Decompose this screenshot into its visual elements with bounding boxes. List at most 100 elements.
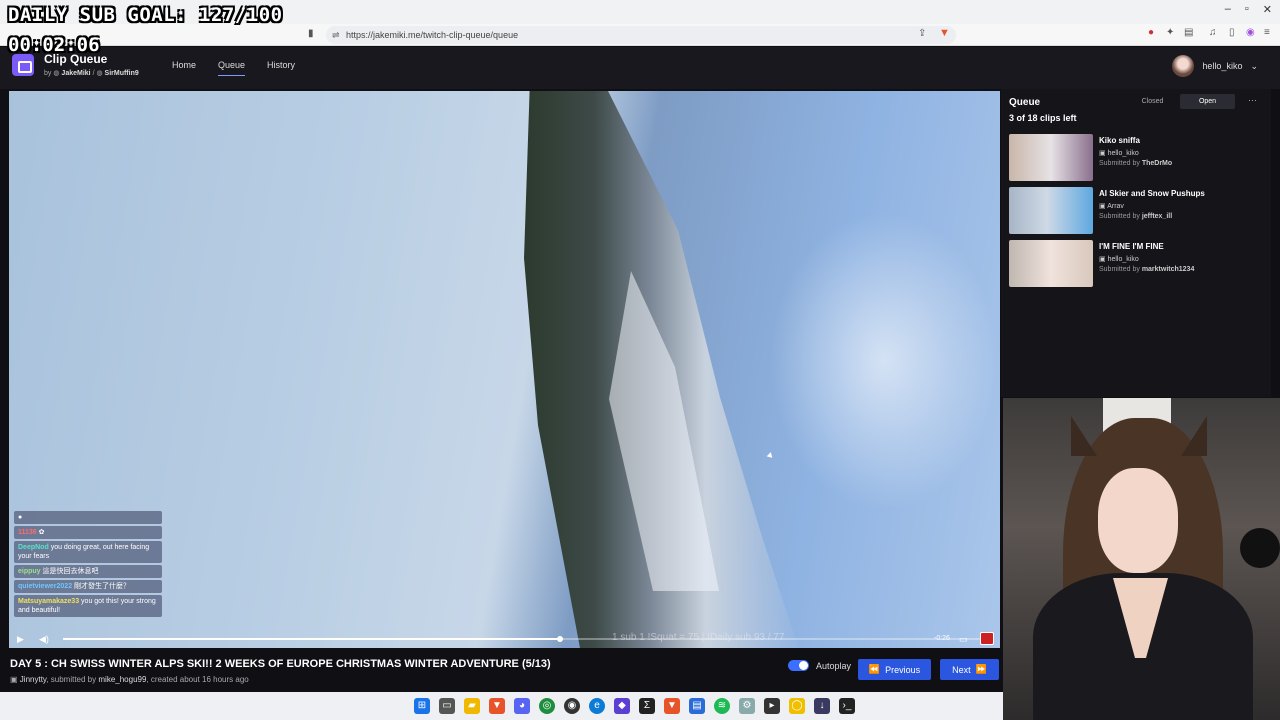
twitch-icon: ▣ [1099,150,1106,157]
pip-icon[interactable]: ▭ [959,634,968,645]
chat-overlay: ● 11136 ✿ DeepNod you doing great, out h… [14,511,162,619]
leo-icon[interactable]: ◉ [1246,27,1255,38]
seek-bar[interactable] [63,636,983,642]
window-controls: – ▫ ✕ [1225,3,1272,16]
clip-submitter: mike_hogu99 [98,675,147,684]
bookmark-icon[interactable]: ▮ [308,28,314,39]
nav-history[interactable]: History [267,60,295,76]
clip-thumbnail [1009,134,1093,181]
task-view-icon[interactable]: ▭ [439,698,455,714]
app-header: Clip Queue by ◍ JakeMiki / ◍ SirMuffin9 … [0,47,1280,89]
twitch-icon: ▣ [10,675,18,684]
start-icon[interactable]: ⊞ [414,698,430,714]
queue-title: Queue [1009,97,1041,108]
edge-icon[interactable]: e [589,698,605,714]
next-button[interactable]: Next ⏩ [940,659,999,680]
chrome-icon[interactable]: ◎ [539,698,555,714]
queue-item[interactable]: I'M FINE I'M FINE ▣ hello_kiko Submitted… [1009,240,1265,288]
autoplay-label: Autoplay [816,660,852,671]
username: hello_kiko [1202,61,1243,71]
badge-icon: ● [18,514,23,521]
autoplay-control[interactable]: Autoplay [788,660,851,671]
clip-meta: ▣ Jinnytty, submitted by mike_hogu99, cr… [10,675,249,684]
taskbar-icons: ⊞ ▭ ▰ ▼ ◕ ◎ ◉ e ◆ Σ ▼ ▤ ≋ ⚙ ▸ ◯ ↓ ›_ [414,698,855,714]
wallet-icon[interactable]: ▯ [1229,27,1235,38]
emote-icon: ✿ [38,529,45,536]
queue-item[interactable]: AI Skier and Snow Pushups ▣ Arrav Submit… [1009,187,1265,235]
queue-panel: Queue 3 of 18 clips left Closed Open ⋯ K… [1001,89,1271,397]
maximize-icon[interactable]: ▫ [1245,3,1249,16]
site-settings-icon[interactable]: ⇌ [332,26,340,44]
downloader-icon[interactable]: ↓ [814,698,830,714]
webcam-overlay [1003,398,1280,720]
terminal-icon[interactable]: ▸ [764,698,780,714]
settings-icon[interactable]: ⚙ [739,698,755,714]
queue-closed-option[interactable]: Closed [1125,94,1180,109]
author-link[interactable]: SirMuffin9 [105,70,139,77]
stream-timer: 00:02:06 [8,34,100,56]
console-icon[interactable]: ›_ [839,698,855,714]
sub-goal-overlay: DAILY SUB GOAL: 127/100 [8,4,283,26]
share-icon[interactable]: ⇪ [918,28,926,39]
app-credits: by ◍ JakeMiki / ◍ SirMuffin9 [44,70,139,77]
queue-open-option[interactable]: Open [1180,94,1235,109]
epic-icon[interactable]: Σ [639,698,655,714]
chevron-down-icon: ⌄ [1250,60,1258,71]
file-explorer-icon[interactable]: ▰ [464,698,480,714]
time-remaining: -0:26 [934,635,950,642]
obs-icon[interactable]: ◉ [564,698,580,714]
volume-icon[interactable]: ◀) [39,634,49,645]
menu-icon[interactable]: ≡ [1264,27,1270,38]
author-link[interactable]: JakeMiki [61,70,90,77]
app-icon[interactable]: ◆ [614,698,630,714]
clip-thumbnail [1009,240,1093,287]
nav-queue[interactable]: Queue [218,60,246,76]
fast-forward-icon: ⏩ [975,664,987,674]
avatar [1172,55,1195,77]
app-icon-yellow[interactable]: ◯ [789,698,805,714]
queue-status-toggle[interactable]: Closed Open [1125,94,1235,109]
chat-message: Matsuyamakaze33 you got this! your stron… [14,595,162,617]
spotify-icon[interactable]: ≋ [714,698,730,714]
extension-icon[interactable]: ● [1148,27,1154,38]
webcam-face [1098,468,1178,573]
clip-thumbnail [1009,187,1093,234]
fullscreen-icon[interactable] [980,632,994,645]
brave-shield-icon[interactable]: ▼ [939,27,950,39]
queue-item[interactable]: Kiko sniffa ▣ hello_kiko Submitted by Th… [1009,134,1265,182]
close-icon[interactable]: ✕ [1263,3,1272,16]
main-nav: Home Queue History [172,60,295,76]
twitch-icon: ▣ [1099,203,1106,210]
chat-message: eippuy 這是快回去休息吧 [14,565,162,578]
user-menu[interactable]: hello_kiko ⌄ [1172,55,1258,77]
clip-title: DAY 5 : CH SWISS WINTER ALPS SKI!! 2 WEE… [10,658,551,670]
github-icon: ◍ [96,70,103,77]
clip-queue-logo-icon[interactable] [12,54,34,76]
stream-ticker-text: 1 sub 1 !Squat = 75 | !Daily sub 93 / 77 [612,632,785,643]
url-text: https://jakemiki.me/twitch-clip-queue/qu… [346,30,519,40]
chat-message: DeepNod you doing great, out here facing… [14,541,162,563]
previous-button[interactable]: ⏪ Previous [858,659,931,680]
minimize-icon[interactable]: – [1225,3,1231,16]
cat-ear-left [1071,416,1097,456]
notepad-icon[interactable]: ▤ [689,698,705,714]
rewind-icon: ⏪ [868,664,881,674]
seek-bar-fill [63,638,560,640]
autoplay-toggle[interactable] [788,660,809,671]
clip-channel[interactable]: Jinnytty [20,675,47,684]
sidebar-icon[interactable]: ▤ [1184,27,1193,38]
seek-bar-handle[interactable] [556,636,563,642]
nav-home[interactable]: Home [172,60,196,76]
chat-message: quietviewer2022 剛才發生了什麼？ [14,580,162,593]
discord-icon[interactable]: ◕ [514,698,530,714]
brave-icon[interactable]: ▼ [489,698,505,714]
media-icon[interactable]: ♫ [1209,27,1217,38]
taskbar: ⊞ ▭ ▰ ▼ ◕ ◎ ◉ e ◆ Σ ▼ ▤ ≋ ⚙ ▸ ◯ ↓ ›_ [0,692,1003,720]
chat-message: ● [14,511,162,524]
play-icon[interactable]: ▶ [17,634,24,645]
more-options-icon[interactable]: ⋯ [1248,95,1257,106]
brave-beta-icon[interactable]: ▼ [664,698,680,714]
url-field[interactable]: ⇌ https://jakemiki.me/twitch-clip-queue/… [326,26,956,44]
puzzle-icon[interactable]: ✦ [1166,27,1174,38]
video-player[interactable]: ● 11136 ✿ DeepNod you doing great, out h… [9,91,1000,648]
